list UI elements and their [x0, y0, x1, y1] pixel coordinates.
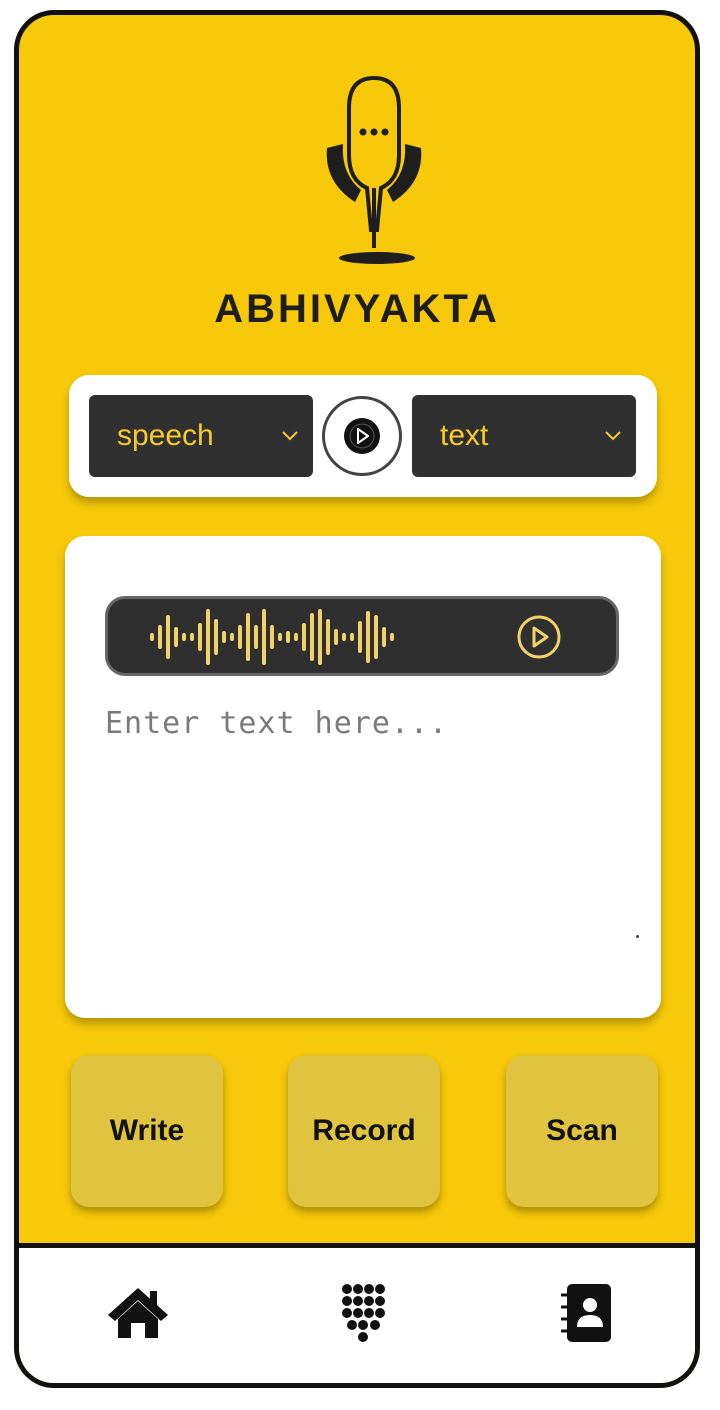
source-language-select[interactable]: speech	[89, 395, 313, 477]
target-language-select[interactable]: text	[412, 395, 636, 477]
app-frame: ABHIVYAKTA speech text Enter text here..…	[14, 10, 700, 1388]
resize-handle[interactable]	[636, 935, 639, 938]
scan-button[interactable]: Scan	[506, 1055, 658, 1207]
target-language-value: text	[440, 419, 489, 452]
play-circle-icon	[344, 418, 380, 454]
home-icon	[108, 1288, 168, 1338]
app-title: ABHIVYAKTA	[214, 287, 500, 331]
microphone-logo-icon	[326, 75, 422, 264]
record-button[interactable]: Record	[288, 1055, 440, 1207]
text-input[interactable]	[105, 706, 619, 996]
nav-home[interactable]	[103, 1278, 173, 1348]
nav-contacts[interactable]	[552, 1278, 622, 1348]
nav-keypad[interactable]	[329, 1278, 399, 1348]
sound-wave-icon	[150, 609, 394, 665]
record-button-label: Record	[312, 1114, 416, 1147]
chevron-down-icon	[604, 395, 622, 477]
audio-player[interactable]	[105, 596, 619, 676]
scan-button-label: Scan	[546, 1114, 618, 1147]
swap-language-button[interactable]	[322, 396, 402, 476]
chevron-down-icon	[281, 395, 299, 477]
bottom-navigation	[19, 1243, 695, 1383]
source-language-value: speech	[117, 419, 214, 452]
write-button[interactable]: Write	[71, 1055, 223, 1207]
text-input-card	[65, 536, 661, 1018]
play-circle-icon[interactable]	[516, 614, 562, 660]
dialpad-icon	[342, 1284, 385, 1342]
language-selector-card: speech text	[69, 375, 657, 497]
contacts-book-icon	[561, 1284, 611, 1342]
write-button-label: Write	[109, 1114, 185, 1147]
